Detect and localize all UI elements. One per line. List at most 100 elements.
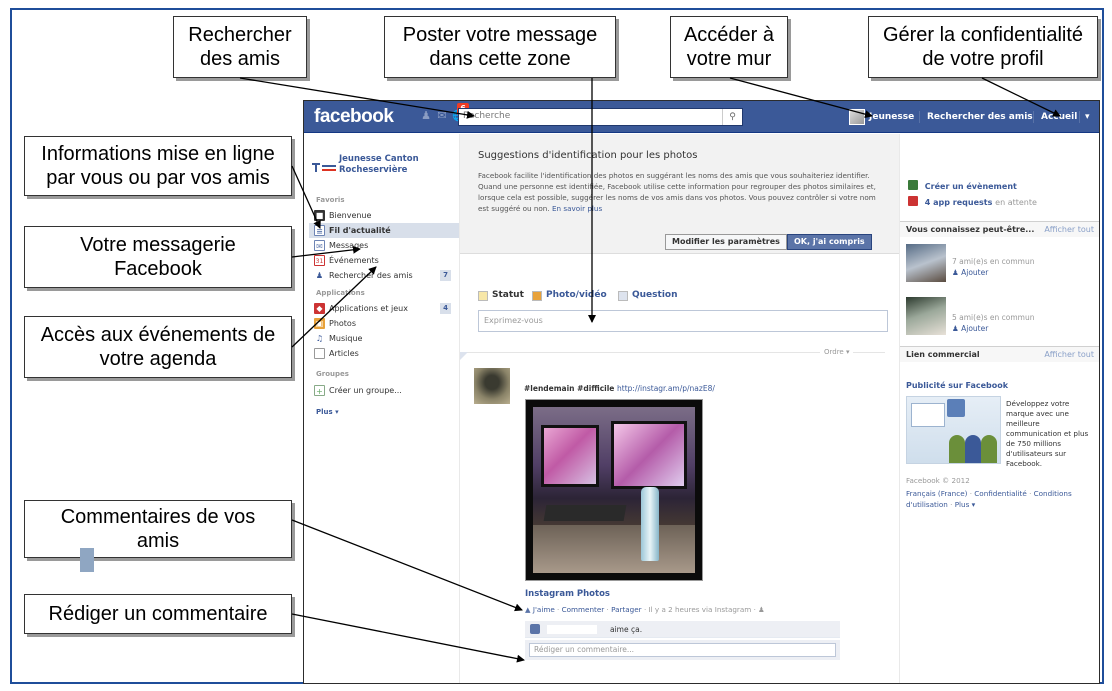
tab-status[interactable]: Statut bbox=[478, 290, 524, 301]
tab-label: Question bbox=[632, 290, 678, 300]
add-friend-link[interactable]: ♟ Ajouter bbox=[952, 323, 1034, 334]
sidebar-item-label: Photos bbox=[329, 319, 356, 328]
like-link[interactable]: J'aime bbox=[533, 605, 555, 614]
messages-icon: ✉ bbox=[314, 240, 325, 251]
create-group-icon: + bbox=[314, 385, 325, 396]
account-menu-chevron-icon[interactable]: ▾ bbox=[1085, 101, 1090, 133]
callout-search-friends: Rechercher des amis bbox=[173, 16, 307, 78]
ad-title-link[interactable]: Publicité sur Facebook bbox=[906, 381, 1008, 390]
suggested-person-photo[interactable] bbox=[906, 244, 946, 282]
edit-settings-button[interactable]: Modifier les paramètres bbox=[665, 234, 787, 250]
sidebar-item-photos[interactable]: ▣ Photos bbox=[309, 316, 459, 331]
favorites-section-label: Favoris bbox=[316, 196, 345, 204]
sponsored-title: Lien commercial bbox=[906, 350, 980, 359]
profile-avatar[interactable] bbox=[849, 109, 865, 125]
search-placeholder: Recherche bbox=[463, 111, 511, 121]
photo-bottle bbox=[641, 487, 659, 561]
suggestion-body: Facebook facilite l'identification des p… bbox=[478, 171, 876, 213]
footer-privacy-link[interactable]: Confidentialité bbox=[974, 489, 1027, 498]
photo-content bbox=[533, 407, 695, 573]
sidebar-item-events[interactable]: 31 Événements bbox=[309, 253, 459, 268]
sidebar-item-messages[interactable]: ✉ Messages bbox=[309, 238, 459, 253]
ok-understood-button[interactable]: OK, j'ai compris bbox=[787, 234, 872, 250]
learn-more-link[interactable]: En savoir plus bbox=[552, 204, 602, 213]
create-event-label: Créer un évènement bbox=[924, 182, 1017, 191]
apps-icon: ◆ bbox=[314, 303, 325, 314]
ad-image-panel bbox=[911, 403, 945, 427]
events-icon: 31 bbox=[314, 255, 325, 266]
album-link[interactable]: Instagram Photos bbox=[525, 589, 610, 599]
footer-more-link[interactable]: Plus ▾ bbox=[955, 500, 976, 509]
sidebar-item-label: Articles bbox=[329, 349, 359, 358]
sidebar-item-create-group[interactable]: + Créer un groupe... bbox=[309, 383, 459, 398]
pymk-see-all-link[interactable]: Afficher tout bbox=[1044, 222, 1094, 237]
callout-post-message: Poster votre message dans cette zone bbox=[384, 16, 616, 78]
callout-wall: Accéder à votre mur bbox=[670, 16, 788, 78]
share-link[interactable]: Partager bbox=[611, 605, 642, 614]
search-input[interactable]: Recherche ⚲ bbox=[458, 108, 743, 126]
friend-requests-icon[interactable]: ♟ bbox=[420, 110, 432, 122]
pymk-header: Vous connaissez peut-être... Afficher to… bbox=[900, 221, 1099, 237]
photo-tag-suggestion-box: Suggestions d'identification pour les ph… bbox=[460, 134, 900, 254]
search-icon[interactable]: ⚲ bbox=[722, 109, 742, 125]
app-requests-link[interactable]: 4 app requests en attente bbox=[908, 196, 1037, 207]
callout-write-comment: Rédiger un commentaire bbox=[24, 594, 292, 634]
post-actions: ▲ J'aime · Commenter · Partager · Il y a… bbox=[525, 605, 765, 614]
ad-person-figure bbox=[965, 435, 981, 463]
suggestion-title: Suggestions d'identification pour les ph… bbox=[478, 150, 698, 161]
sort-order-dropdown[interactable]: Ordre ▾ bbox=[820, 348, 854, 356]
event-icon bbox=[908, 180, 918, 190]
app-requests-status: en attente bbox=[995, 198, 1037, 207]
callout-friends-comments: Commentaires de vos amis bbox=[24, 500, 292, 558]
photo-icon bbox=[532, 291, 542, 301]
sponsored-see-all-link[interactable]: Afficher tout bbox=[1044, 347, 1094, 362]
sidebar-item-find-friends[interactable]: ♟ Rechercher des amis 7 bbox=[309, 268, 459, 283]
nav-profile-link[interactable]: Jeunesse bbox=[869, 101, 914, 133]
nav-home-link[interactable]: Accueil bbox=[1041, 101, 1077, 133]
ad-person-figure bbox=[949, 435, 965, 463]
create-event-link[interactable]: Créer un évènement bbox=[908, 180, 1017, 191]
sidebar-item-label: Créer un groupe... bbox=[329, 386, 402, 395]
liker-name-redacted bbox=[547, 625, 597, 634]
app-requests-label: 4 app requests bbox=[924, 198, 993, 207]
post-author-avatar[interactable] bbox=[474, 368, 510, 404]
page-name[interactable]: Jeunesse Canton Rocheservière bbox=[339, 154, 454, 176]
ad-image[interactable] bbox=[906, 396, 1001, 464]
photo-keyboard bbox=[543, 505, 627, 521]
add-friend-label: Ajouter bbox=[961, 324, 989, 333]
add-friend-link[interactable]: ♟ Ajouter bbox=[952, 267, 1034, 278]
likes-text: aime ça. bbox=[610, 625, 643, 634]
nav-find-friends-link[interactable]: Rechercher des amis bbox=[927, 101, 1033, 133]
status-composer-input[interactable]: Exprimez-vous bbox=[478, 310, 888, 332]
footer-language-link[interactable]: Français (France) bbox=[906, 489, 967, 498]
comment-link[interactable]: Commenter bbox=[562, 605, 605, 614]
suggestion-text: Facebook facilite l'identification des p… bbox=[478, 170, 888, 214]
sidebar-item-news-feed[interactable]: ≡ Fil d'actualité bbox=[309, 223, 459, 238]
add-friend-label: Ajouter bbox=[961, 268, 989, 277]
post-photo[interactable] bbox=[525, 399, 703, 581]
apps-section-label: Applications bbox=[316, 289, 365, 297]
facebook-logo[interactable]: facebook bbox=[314, 106, 394, 128]
news-feed-icon: ≡ bbox=[314, 225, 325, 236]
ad-person-figure bbox=[981, 435, 997, 463]
sidebar-item-apps[interactable]: ◆ Applications et jeux 4 bbox=[309, 301, 459, 316]
notes-icon bbox=[314, 348, 325, 359]
post-link[interactable]: http://instagr.am/p/nazE8/ bbox=[617, 384, 715, 393]
suggested-person-photo[interactable] bbox=[906, 297, 946, 335]
post-message: #lendemain #difficile http://instagr.am/… bbox=[524, 384, 715, 393]
sidebar-item-label: Bienvenue bbox=[329, 211, 372, 220]
sidebar-item-music[interactable]: ♫ Musique bbox=[309, 331, 459, 346]
sidebar-more-link[interactable]: Plus ▾ bbox=[316, 408, 339, 416]
sidebar-item-label: Événements bbox=[329, 256, 379, 265]
groups-section-label: Groupes bbox=[316, 370, 349, 378]
tab-photo-video[interactable]: Photo/vidéo bbox=[532, 290, 607, 301]
mutual-friends: 7 ami(e)s en commun bbox=[952, 257, 1035, 266]
status-icon bbox=[478, 291, 488, 301]
sidebar-item-notes[interactable]: Articles bbox=[309, 346, 459, 361]
sidebar-item-welcome[interactable]: ■ Bienvenue bbox=[309, 208, 459, 223]
photo-desk bbox=[533, 525, 695, 573]
tab-question[interactable]: Question bbox=[618, 290, 678, 301]
comment-input[interactable]: Rédiger un commentaire... bbox=[529, 643, 836, 657]
messages-jewel-icon[interactable]: ✉ bbox=[436, 110, 448, 122]
nav-separator bbox=[1033, 111, 1034, 123]
